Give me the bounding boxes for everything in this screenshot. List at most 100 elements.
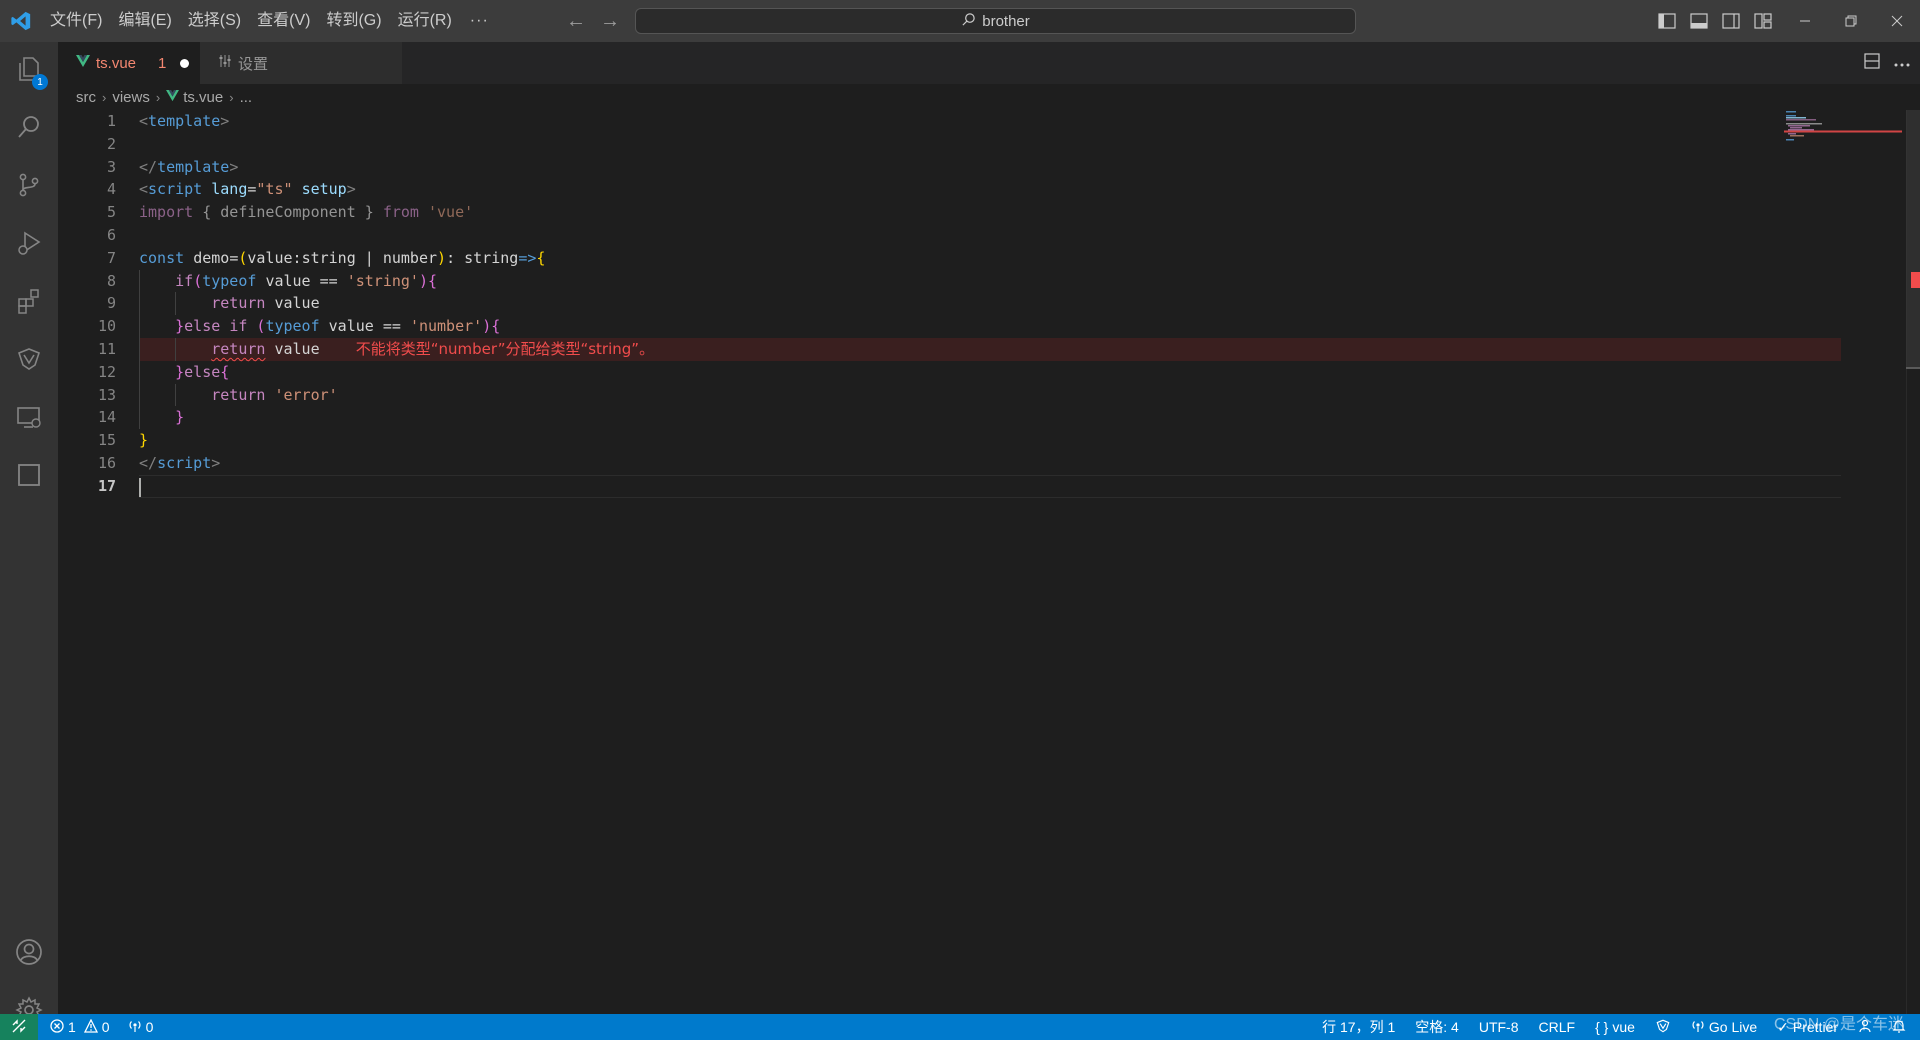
- token: ==: [310, 271, 347, 290]
- toggle-primary-sidebar-icon[interactable]: [1656, 10, 1678, 32]
- vue-file-icon: [166, 89, 180, 106]
- encoding[interactable]: UTF-8: [1479, 1019, 1519, 1035]
- editor-actions: [1864, 42, 1910, 84]
- error-icon: [50, 1018, 64, 1036]
- line-number: 8: [106, 271, 116, 290]
- indent-guide: [139, 406, 140, 430]
- navigation-arrows: ← →: [566, 0, 620, 42]
- token: script: [157, 453, 212, 472]
- split-editor-icon[interactable]: [1864, 52, 1880, 74]
- line-number: 2: [106, 134, 116, 153]
- menu-selection[interactable]: 选择(S): [180, 0, 249, 42]
- token: return: [211, 294, 266, 313]
- code-line: if(typeof value == 'string'){: [139, 269, 1841, 293]
- ports-indicator[interactable]: 0: [128, 1019, 154, 1036]
- line-number: 5: [106, 203, 116, 222]
- vue-file-icon: [76, 54, 90, 72]
- token: value: [328, 317, 374, 336]
- token: const: [139, 248, 185, 267]
- command-center-text: brother: [982, 12, 1030, 30]
- menu-edit[interactable]: 编辑(E): [110, 0, 179, 42]
- token: if: [175, 271, 194, 290]
- minimap[interactable]: [1784, 110, 1902, 150]
- status-bar: 1 0 0 行 17，列 1 空格: 4 UTF-8 CRLF { } vue …: [0, 1014, 1920, 1040]
- close-icon[interactable]: [1874, 0, 1920, 42]
- run-debug-button[interactable]: [0, 216, 58, 274]
- toggle-panel-icon[interactable]: [1688, 10, 1710, 32]
- language-mode[interactable]: { } vue: [1595, 1019, 1635, 1035]
- tab-label: 设置: [238, 55, 269, 73]
- forward-arrow-icon[interactable]: →: [600, 10, 620, 33]
- breadcrumb-item[interactable]: src: [76, 89, 96, 106]
- token-error[interactable]: return: [211, 340, 265, 358]
- vue-devtools-status[interactable]: [1655, 1018, 1671, 1037]
- token: from: [382, 203, 419, 222]
- token: ): [482, 317, 492, 336]
- end-of-line[interactable]: CRLF: [1539, 1019, 1576, 1035]
- problems-indicator[interactable]: 1 0: [50, 1018, 110, 1036]
- indent-guide: [139, 337, 140, 361]
- breadcrumb-item[interactable]: ...: [240, 89, 253, 106]
- breadcrumb-item[interactable]: views: [112, 89, 150, 106]
- token: >: [229, 157, 239, 176]
- customize-layout-icon[interactable]: [1752, 10, 1774, 32]
- activity-bar: 1: [0, 42, 58, 1024]
- explorer-button[interactable]: 1: [0, 42, 58, 100]
- line-number: 12: [97, 362, 116, 381]
- menu-go[interactable]: 转到(G): [318, 0, 389, 42]
- menu-run[interactable]: 运行(R): [390, 0, 460, 42]
- command-center-search[interactable]: brother: [635, 8, 1356, 34]
- token: </: [139, 453, 158, 472]
- menu-view[interactable]: 查看(V): [249, 0, 318, 42]
- source-control-button[interactable]: [0, 158, 58, 216]
- token: setup: [301, 180, 347, 199]
- menu-more-button[interactable]: ···: [460, 12, 499, 30]
- minimize-icon[interactable]: [1782, 0, 1828, 42]
- back-arrow-icon[interactable]: ←: [566, 10, 586, 33]
- token: ): [437, 248, 447, 267]
- search-button[interactable]: [0, 100, 58, 158]
- cursor-position[interactable]: 行 17，列 1: [1322, 1017, 1395, 1037]
- vscode-logo-icon: [0, 0, 42, 42]
- token: }: [175, 408, 185, 427]
- unsaved-dot-icon[interactable]: [180, 58, 190, 68]
- token: value: [274, 294, 320, 313]
- more-actions-icon[interactable]: [1894, 54, 1910, 72]
- code-line: <script lang="ts" setup>: [139, 178, 1841, 201]
- ports-count: 0: [145, 1019, 154, 1035]
- restore-icon[interactable]: [1828, 0, 1874, 42]
- code-line: </template>: [139, 156, 1841, 179]
- line-number: 14: [97, 408, 116, 427]
- remote-explorer-icon: [15, 403, 43, 436]
- panel-square-button[interactable]: [0, 448, 58, 506]
- line-number: 11: [97, 339, 116, 358]
- toggle-secondary-sidebar-icon[interactable]: [1720, 10, 1742, 32]
- line-number: 1: [106, 112, 116, 130]
- code-editor[interactable]: 1 2 3 4 5 6 7 8 9 10 11 12 13 14 15 16 1…: [58, 110, 1910, 1014]
- token: ): [418, 271, 428, 290]
- vue-devtools-button[interactable]: [0, 332, 58, 390]
- scrollbar-thumb[interactable]: [1906, 110, 1920, 368]
- go-live-button[interactable]: Go Live: [1691, 1019, 1757, 1036]
- line-number: 3: [106, 157, 116, 176]
- token: }: [175, 362, 185, 381]
- tab-ts-vue[interactable]: ts.vue 1: [58, 42, 200, 84]
- tab-settings[interactable]: 设置: [200, 42, 402, 84]
- indentation[interactable]: 空格: 4: [1415, 1017, 1459, 1037]
- language-label: vue: [1612, 1019, 1635, 1035]
- accounts-button[interactable]: [0, 925, 58, 983]
- remote-indicator[interactable]: [0, 1014, 38, 1040]
- breadcrumb-item[interactable]: ts.vue: [183, 89, 223, 106]
- extensions-button[interactable]: [0, 274, 58, 332]
- watermark: CSDN @是个车迷: [1773, 1016, 1904, 1033]
- code-line: }: [139, 406, 1841, 430]
- token: :: [292, 248, 302, 267]
- token: {: [193, 203, 221, 222]
- menu-file[interactable]: 文件(F): [42, 0, 110, 42]
- code-line-current: [139, 474, 1841, 498]
- remote-explorer-button[interactable]: [0, 390, 58, 448]
